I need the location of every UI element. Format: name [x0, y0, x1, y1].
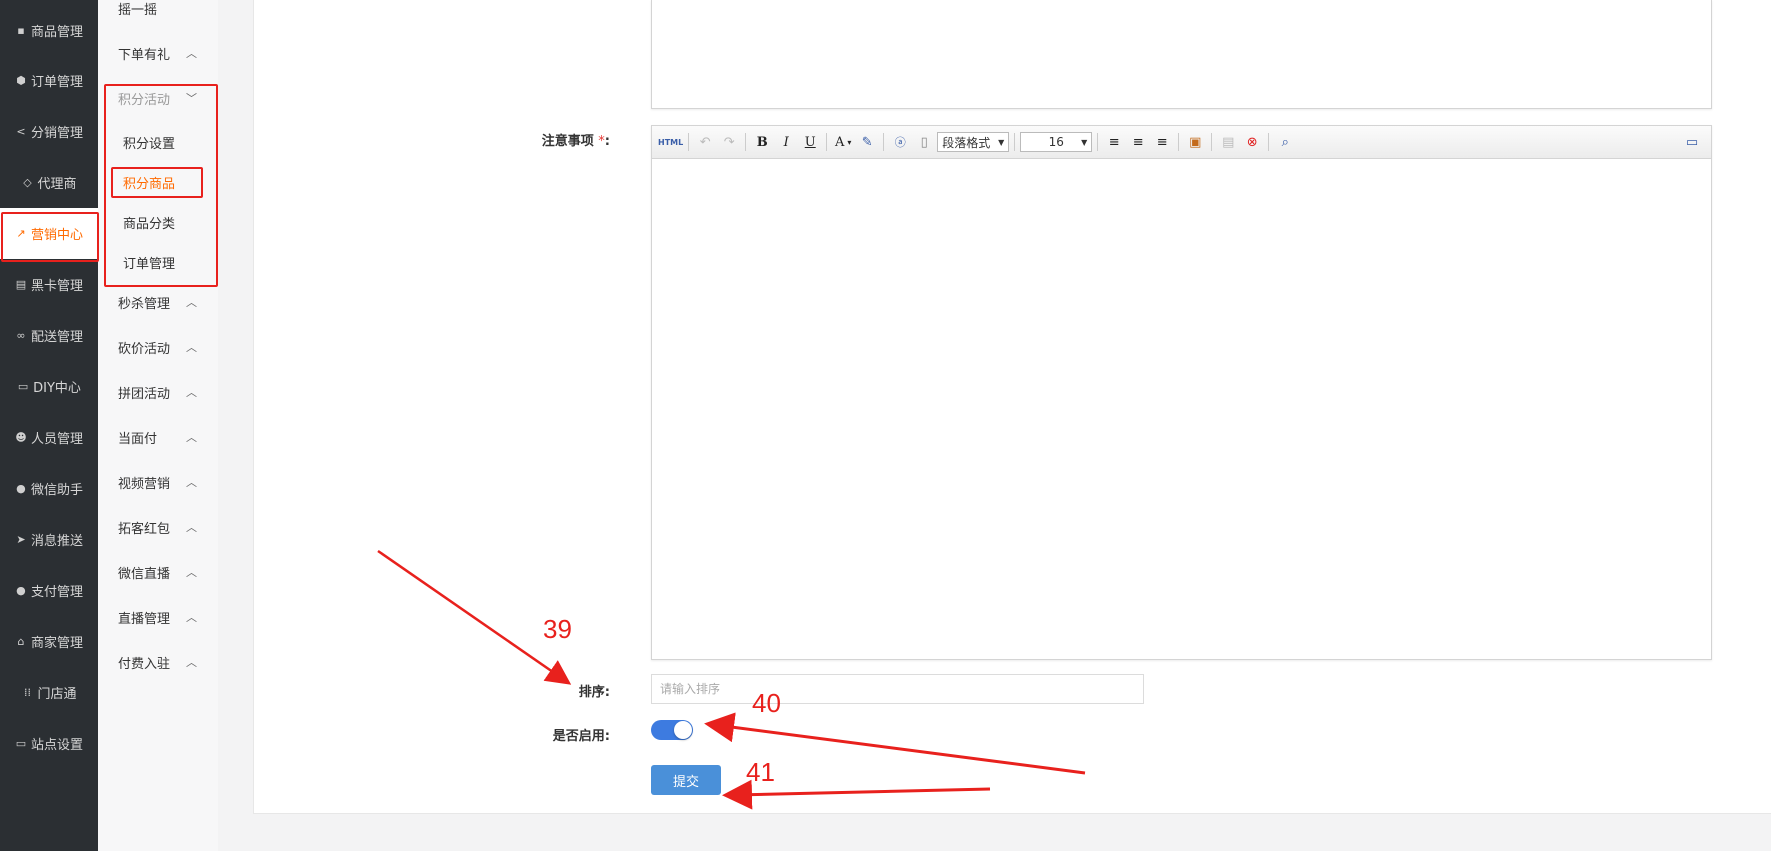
bike-icon: ∞ — [16, 329, 26, 342]
users-icon: ☻ — [15, 431, 27, 444]
fullscreen-icon[interactable]: ▭ — [1681, 131, 1703, 153]
cube-icon: ⬢ — [16, 74, 26, 87]
chevron-up-icon: ︿ — [186, 296, 197, 309]
enable-label: 是否启用: — [552, 729, 610, 744]
subnav-item-red-packet[interactable]: 拓客红包 ︿ — [98, 507, 218, 547]
undo-button[interactable]: ↶ — [694, 131, 716, 153]
clear-icon[interactable]: ⊗ — [1241, 131, 1263, 153]
paste-icon[interactable]: ▤ — [1217, 131, 1239, 153]
rich-text-editor: HTML ↶ ↷ B I U A ▾ ✎ ⓐ ▯ 段落格式 ▼ 16 ▼ ≡ ≡ ≡ … — [651, 125, 1712, 660]
annotation-number-41: 41 — [746, 757, 775, 787]
annotation-number-40: 40 — [752, 688, 781, 718]
sort-input[interactable] — [651, 674, 1144, 704]
sidebar-item-wechat[interactable]: ● 微信助手 — [0, 463, 98, 514]
chevron-up-icon: ︿ — [186, 611, 197, 624]
bank-icon: ⌂ — [17, 635, 25, 648]
redo-button[interactable]: ↷ — [718, 131, 740, 153]
sidebar-item-payment[interactable]: ● 支付管理 — [0, 565, 98, 616]
enable-toggle[interactable] — [651, 720, 693, 740]
subnav-item-flash-sale[interactable]: 秒杀管理 ︿ — [98, 282, 218, 322]
italic-button[interactable]: I — [775, 131, 797, 153]
subnav-item-points-activity[interactable]: 积分活动 ﹀ — [98, 78, 218, 118]
bag-icon: ▪ — [17, 24, 25, 37]
sidebar-item-blackcard[interactable]: ▤ 黑卡管理 — [0, 259, 98, 310]
subnav-item-order-manage[interactable]: 订单管理 — [98, 242, 218, 282]
document-icon[interactable]: ▯ — [913, 131, 935, 153]
annotation-number-39: 39 — [543, 614, 572, 644]
link-icon[interactable]: ⓐ — [889, 131, 911, 153]
sidebar-item-goods[interactable]: ▪ 商品管理 — [0, 5, 98, 56]
subnav-item-group-buy[interactable]: 拼团活动 ︿ — [98, 372, 218, 412]
chevron-up-icon: ︿ — [186, 656, 197, 669]
font-color-button[interactable]: A ▾ — [832, 131, 854, 153]
subnav-item-video-marketing[interactable]: 视频营销 ︿ — [98, 462, 218, 502]
wechat-pay-icon: ● — [16, 584, 26, 597]
submit-button[interactable]: 提交 — [651, 765, 721, 795]
chevron-up-icon: ︿ — [186, 476, 197, 489]
chevron-up-icon: ︿ — [186, 341, 197, 354]
sidebar-item-site-settings[interactable]: ▭ 站点设置 — [0, 718, 98, 769]
notes-label: 注意事项 *: — [541, 134, 610, 149]
paragraph-format-select[interactable]: 段落格式 ▼ — [937, 132, 1010, 152]
eraser-icon[interactable]: ✎ — [856, 131, 878, 153]
font-size-select[interactable]: 16 ▼ — [1020, 132, 1093, 152]
preview-search-icon[interactable]: ⌕ — [1274, 131, 1296, 153]
sort-label: 排序: — [578, 685, 610, 700]
diamond-icon: ◇ — [23, 176, 32, 189]
chart-icon: ↗ — [16, 227, 26, 240]
subnav-item-order-gift[interactable]: 下单有礼 ︿ — [98, 33, 218, 73]
align-center-icon[interactable]: ≡ — [1127, 131, 1149, 153]
chevron-up-icon: ︿ — [186, 431, 197, 444]
card-icon: ▤ — [15, 278, 27, 291]
sidebar-item-delivery[interactable]: ∞ 配送管理 — [0, 310, 98, 361]
previous-textarea[interactable] — [651, 0, 1712, 109]
chevron-up-icon: ︿ — [186, 386, 197, 399]
chevron-down-icon: ﹀ — [186, 92, 197, 105]
align-right-icon[interactable]: ≡ — [1151, 131, 1173, 153]
sidebar-item-store[interactable]: ⁞⁞ 门店通 — [0, 667, 98, 718]
sidebar-item-orders[interactable]: ⬢ 订单管理 — [0, 55, 98, 106]
subnav-item-face-pay[interactable]: 当面付 ︿ — [98, 417, 218, 457]
sidebar-item-merchant[interactable]: ⌂ 商家管理 — [0, 616, 98, 667]
subnav-item-points-settings[interactable]: 积分设置 — [98, 122, 218, 162]
sidebar-item-push[interactable]: ➤ 消息推送 — [0, 514, 98, 565]
desktop-icon: ▭ — [15, 737, 27, 750]
sidebar-item-staff[interactable]: ☻ 人员管理 — [0, 412, 98, 463]
send-icon: ➤ — [16, 533, 26, 546]
subnav-item-shake[interactable]: 摇一摇 — [98, 0, 218, 28]
underline-button[interactable]: U — [799, 131, 821, 153]
editor-content-area[interactable] — [652, 159, 1711, 659]
subnav-item-points-goods[interactable]: 积分商品 — [98, 162, 218, 202]
align-left-icon[interactable]: ≡ — [1103, 131, 1125, 153]
sub-sidebar: 摇一摇 下单有礼 ︿ 积分活动 ﹀ 积分设置 积分商品 商品分类 订单管理 秒杀管理… — [98, 0, 219, 851]
grid-icon: ⁞⁞ — [23, 686, 31, 699]
bold-button[interactable]: B — [751, 131, 773, 153]
sidebar-item-distribution[interactable]: < 分销管理 — [0, 106, 98, 157]
share-icon: < — [16, 125, 26, 138]
monitor-icon: ▭ — [17, 380, 29, 393]
sidebar-item-marketing[interactable]: ↗ 营销中心 — [0, 208, 98, 259]
chevron-up-icon: ︿ — [186, 521, 197, 534]
main-sidebar: ▪ 商品管理 ⬢ 订单管理 < 分销管理 ◇ 代理商 ↗ 营销中心 ▤ 黑卡管理 ∞ 配送管理… — [0, 0, 98, 851]
sidebar-item-diy[interactable]: ▭ DIY中心 — [0, 361, 98, 412]
editor-toolbar: HTML ↶ ↷ B I U A ▾ ✎ ⓐ ▯ 段落格式 ▼ 16 ▼ ≡ ≡ ≡ … — [652, 126, 1711, 159]
chevron-up-icon: ︿ — [186, 566, 197, 579]
html-source-button[interactable]: HTML — [658, 131, 683, 153]
chevron-up-icon: ︿ — [186, 47, 197, 60]
image-icon[interactable]: ▣ — [1184, 131, 1206, 153]
subnav-item-goods-category[interactable]: 商品分类 — [98, 202, 218, 242]
subnav-item-live-manage[interactable]: 直播管理 ︿ — [98, 597, 218, 637]
toggle-knob — [674, 721, 692, 739]
sidebar-item-agent[interactable]: ◇ 代理商 — [0, 157, 98, 208]
wechat-icon: ● — [16, 482, 26, 495]
subnav-item-paid-entry[interactable]: 付费入驻 ︿ — [98, 642, 218, 682]
subnav-item-bargain[interactable]: 砍价活动 ︿ — [98, 327, 218, 367]
subnav-item-wechat-live[interactable]: 微信直播 ︿ — [98, 552, 218, 592]
